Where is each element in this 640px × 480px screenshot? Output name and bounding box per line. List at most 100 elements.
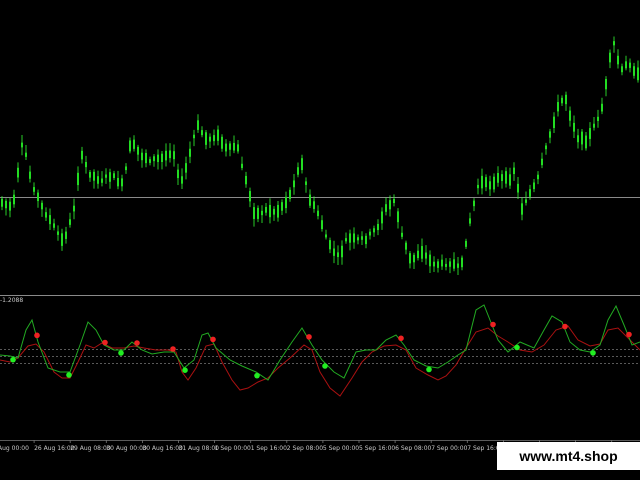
indicator-value-label: -1.2088 bbox=[0, 297, 24, 304]
candle-body bbox=[73, 205, 75, 212]
candle-body bbox=[353, 233, 355, 243]
candle-body bbox=[341, 245, 343, 258]
candle-body bbox=[93, 171, 95, 181]
candle-body bbox=[97, 176, 99, 184]
candle-body bbox=[53, 223, 55, 228]
candle-body bbox=[109, 172, 111, 182]
candle-body bbox=[121, 178, 123, 187]
buy-signal-dot bbox=[118, 350, 124, 356]
time-axis-label: Aug 00:00 bbox=[0, 445, 29, 452]
time-axis-label: 30 Aug 16:00 bbox=[142, 445, 183, 452]
candle-body bbox=[281, 202, 283, 211]
buy-signal-dot bbox=[10, 356, 16, 363]
candle-body bbox=[145, 152, 147, 164]
candle-body bbox=[621, 66, 623, 73]
candle-body bbox=[249, 191, 251, 202]
candle-body bbox=[385, 204, 387, 212]
candle-body bbox=[57, 231, 59, 235]
candle-body bbox=[141, 152, 143, 161]
time-axis-label: 1 Sep 16:00 bbox=[251, 445, 287, 452]
sell-signal-dot bbox=[210, 336, 216, 343]
candle-body bbox=[301, 158, 303, 171]
candle-body bbox=[609, 52, 611, 63]
candle-body bbox=[561, 97, 563, 104]
candle-body bbox=[173, 151, 175, 160]
buy-signal-dot bbox=[254, 372, 260, 379]
candle-body bbox=[333, 248, 335, 256]
candle-body bbox=[345, 238, 347, 242]
candle-body bbox=[557, 102, 559, 112]
candle-body bbox=[289, 189, 291, 199]
sell-signal-dot bbox=[102, 339, 108, 346]
candle-body bbox=[229, 143, 231, 150]
buy-signal-dot bbox=[590, 350, 596, 356]
candle-body bbox=[401, 232, 403, 237]
candle-body bbox=[273, 208, 275, 215]
candle-body bbox=[593, 123, 595, 128]
candle-body bbox=[133, 139, 135, 149]
candle-body bbox=[261, 210, 263, 216]
candle-body bbox=[445, 263, 447, 267]
candle-body bbox=[625, 61, 627, 69]
candle-body bbox=[117, 177, 119, 187]
candle-body bbox=[597, 116, 599, 121]
candle-body bbox=[33, 187, 35, 192]
candle-body bbox=[233, 142, 235, 151]
candle-body bbox=[601, 103, 603, 112]
candle-body bbox=[453, 259, 455, 269]
candle-body bbox=[409, 253, 411, 264]
watermark: www.mt4.shop bbox=[497, 442, 640, 470]
candle-body bbox=[513, 167, 515, 175]
candle-body bbox=[589, 128, 591, 139]
time-axis-label: 30 Aug 00:00 bbox=[106, 445, 147, 452]
buy-signal-dot bbox=[322, 363, 328, 369]
candle-body bbox=[329, 240, 331, 250]
candle-body bbox=[413, 254, 415, 263]
candle-body bbox=[25, 152, 27, 157]
candle-body bbox=[137, 146, 139, 155]
candle-body bbox=[485, 177, 487, 188]
candle-body bbox=[257, 207, 259, 219]
candle-body bbox=[369, 231, 371, 236]
candle-body bbox=[425, 252, 427, 259]
buy-signal-dot bbox=[182, 367, 188, 374]
candle-body bbox=[325, 234, 327, 238]
candle-body bbox=[573, 122, 575, 132]
candle-body bbox=[253, 207, 255, 219]
time-axis-label: 26 Aug 16:00 bbox=[34, 445, 75, 452]
candle-body bbox=[69, 219, 71, 225]
candle-body bbox=[29, 171, 31, 179]
candle-body bbox=[381, 211, 383, 224]
candle-body bbox=[481, 175, 483, 189]
candle-body bbox=[505, 171, 507, 184]
candle-body bbox=[65, 231, 67, 239]
candle-body bbox=[269, 204, 271, 218]
candle-body bbox=[205, 132, 207, 145]
candle-body bbox=[469, 218, 471, 224]
candle-body bbox=[541, 158, 543, 166]
candle-body bbox=[405, 242, 407, 250]
candle-body bbox=[241, 163, 243, 169]
candle-body bbox=[221, 136, 223, 149]
trading-chart[interactable]: Aug 00:00 26 Aug 16:0029 Aug 08:0030 Aug … bbox=[0, 0, 640, 480]
candle-body bbox=[13, 194, 15, 205]
candle-body bbox=[153, 156, 155, 162]
candle-body bbox=[501, 174, 503, 182]
candle-body bbox=[161, 153, 163, 162]
candle-body bbox=[209, 136, 211, 142]
candle-body bbox=[581, 131, 583, 145]
candle-body bbox=[549, 131, 551, 138]
candle-body bbox=[465, 240, 467, 247]
candle-body bbox=[321, 220, 323, 230]
sell-signal-dot bbox=[490, 321, 496, 328]
candle-body bbox=[417, 250, 419, 259]
candle-body bbox=[497, 173, 499, 183]
candle-body bbox=[293, 180, 295, 188]
candle-body bbox=[245, 175, 247, 185]
sell-signal-dot bbox=[398, 335, 404, 342]
candle-body bbox=[197, 120, 199, 130]
candle-body bbox=[365, 235, 367, 245]
candle-body bbox=[509, 174, 511, 186]
candle-body bbox=[317, 210, 319, 217]
candle-body bbox=[125, 166, 127, 171]
